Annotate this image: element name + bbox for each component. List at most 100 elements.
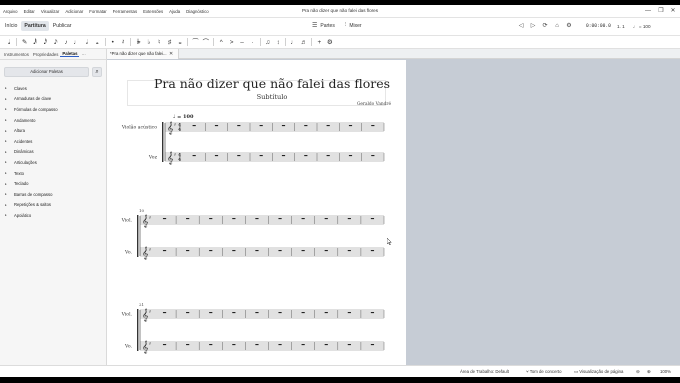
- whole-rest[interactable]: [214, 155, 219, 157]
- panel-more-icon[interactable]: ···: [79, 52, 87, 57]
- whole-rest[interactable]: [278, 344, 282, 346]
- close-window-icon[interactable]: ✕: [667, 7, 679, 16]
- key-signature-sharp-icon[interactable]: ♯: [149, 247, 151, 252]
- menu-visualizar[interactable]: Visualizar: [38, 9, 63, 14]
- whole-rest[interactable]: [255, 250, 259, 252]
- whole-rest[interactable]: [347, 344, 351, 346]
- treble-clef-icon[interactable]: 𝄞: [167, 152, 174, 165]
- tempo-marking[interactable]: ♩ = 100: [173, 114, 194, 120]
- menu-adicionar[interactable]: Adicionar: [62, 9, 86, 14]
- whole-rest[interactable]: [255, 218, 259, 220]
- palette-item[interactable]: ▸ Apoiático: [5, 210, 105, 221]
- whole-rest[interactable]: [281, 125, 286, 127]
- customize-icon[interactable]: ⚙: [325, 36, 335, 49]
- whole-rest[interactable]: [162, 250, 167, 252]
- instrument-name[interactable]: Viol.: [121, 312, 133, 318]
- whole-rest[interactable]: [304, 125, 308, 127]
- whole-rest[interactable]: [186, 344, 190, 346]
- whole-rest[interactable]: [232, 218, 236, 220]
- concert-pitch-toggle[interactable]: ⑂ Tom de concerto: [526, 369, 561, 374]
- whole-note-icon[interactable]: 𝅝: [92, 36, 102, 49]
- measure-number[interactable]: 10: [139, 208, 145, 213]
- time-signature-bottom[interactable]: 4: [178, 158, 181, 163]
- menu-diagnstico[interactable]: Diagnóstico: [183, 9, 211, 14]
- menu-ajuda[interactable]: Ajuda: [166, 9, 183, 14]
- whole-rest[interactable]: [209, 312, 213, 314]
- whole-rest[interactable]: [259, 155, 263, 157]
- score-staves[interactable]: ♩ = 100Violão acústico 𝄞 ♯ 44Voz 𝄞 ♯ 4410Viol.…: [107, 60, 406, 365]
- palette-item[interactable]: ▸ Barras de compasso: [5, 189, 105, 200]
- whole-rest[interactable]: [162, 312, 167, 314]
- instrument-name[interactable]: Viol.: [121, 218, 133, 224]
- eighth-note-icon[interactable]: ♪: [61, 36, 71, 49]
- whole-rest[interactable]: [370, 218, 375, 220]
- time-signature-bottom[interactable]: 4: [178, 128, 181, 133]
- add-palettes-button[interactable]: Adicionar Paletas: [4, 67, 89, 77]
- tempo-readout[interactable]: ♩ = 100: [633, 24, 651, 29]
- whole-rest[interactable]: [324, 344, 328, 346]
- tuplet-icon[interactable]: ♫: [263, 36, 273, 49]
- close-tab-icon[interactable]: ✕: [169, 49, 173, 59]
- tab-paletas[interactable]: Paletas: [60, 51, 80, 57]
- flat-icon[interactable]: ♭: [144, 36, 154, 49]
- palette-item[interactable]: ▸ Andamento: [5, 115, 105, 126]
- add-icon[interactable]: +: [314, 36, 324, 49]
- settings-icon[interactable]: ⚙: [563, 22, 575, 29]
- whole-rest[interactable]: [347, 218, 351, 220]
- whole-rest[interactable]: [192, 155, 196, 157]
- rewind-icon[interactable]: ◁: [515, 22, 527, 29]
- tab-propriedades[interactable]: Propriedades: [31, 52, 61, 57]
- palette-item[interactable]: ▸ Texto: [5, 168, 105, 179]
- minimize-icon[interactable]: —: [642, 7, 654, 16]
- whole-rest[interactable]: [259, 125, 263, 127]
- whole-rest[interactable]: [326, 125, 330, 127]
- whole-rest[interactable]: [347, 312, 351, 314]
- tie-icon[interactable]: ⁀: [190, 36, 200, 49]
- zoom-in-icon[interactable]: ⊕: [647, 369, 651, 375]
- flip-icon[interactable]: ↕: [273, 36, 283, 49]
- whole-rest[interactable]: [278, 250, 282, 252]
- palette-item[interactable]: ▸ Altura: [5, 125, 105, 136]
- menu-arquivo[interactable]: Arquivo: [0, 9, 21, 14]
- zoom-out-icon[interactable]: ⊖: [636, 369, 640, 375]
- half-note-icon[interactable]: 𝅗𝅥: [82, 36, 92, 49]
- tenuto-icon[interactable]: –: [237, 36, 247, 49]
- treble-clef-icon[interactable]: 𝄞: [142, 341, 149, 354]
- whole-rest[interactable]: [370, 250, 375, 252]
- whole-rest[interactable]: [232, 312, 236, 314]
- palette-item[interactable]: ▸ Acidentes: [5, 136, 105, 147]
- system-bracket[interactable]: [137, 309, 139, 351]
- rest-icon[interactable]: 𝄽: [118, 36, 128, 49]
- maximize-icon[interactable]: ❐: [655, 7, 667, 16]
- menu-ferramentas[interactable]: Ferramentas: [110, 9, 140, 14]
- menu-formatar[interactable]: Formatar: [86, 9, 109, 14]
- tab-inicio[interactable]: Início: [2, 21, 20, 31]
- workspace-selector[interactable]: Área de Trabalho: Default: [460, 369, 509, 374]
- sharp-icon[interactable]: ♯: [164, 36, 174, 49]
- instrument-name[interactable]: Vo.: [124, 344, 133, 350]
- palette-item[interactable]: ▸ Teclado: [5, 178, 105, 189]
- whole-rest[interactable]: [186, 312, 190, 314]
- whole-rest[interactable]: [209, 250, 213, 252]
- metronome-icon[interactable]: ⌂: [551, 23, 563, 29]
- whole-rest[interactable]: [301, 250, 305, 252]
- tab-partitura[interactable]: Partitura: [21, 21, 49, 31]
- slur-icon[interactable]: ⌒: [201, 36, 211, 49]
- thirtysecond-note-icon[interactable]: 𝅘𝅥𝅰: [40, 36, 50, 49]
- whole-rest[interactable]: [237, 155, 241, 157]
- parts-button[interactable]: ☰ Partes: [312, 22, 335, 30]
- tab-publicar[interactable]: Publicar: [50, 21, 75, 31]
- double-sharp-icon[interactable]: 𝄪: [175, 36, 185, 49]
- whole-rest[interactable]: [162, 344, 167, 346]
- whole-rest[interactable]: [324, 250, 328, 252]
- sixteenth-note-icon[interactable]: 𝅘𝅥𝅯: [51, 36, 61, 49]
- whole-rest[interactable]: [370, 312, 375, 314]
- whole-rest[interactable]: [232, 344, 236, 346]
- whole-rest[interactable]: [370, 344, 375, 346]
- whole-rest[interactable]: [162, 218, 167, 220]
- staccato-icon[interactable]: ·: [247, 36, 257, 49]
- whole-rest[interactable]: [237, 125, 241, 127]
- palette-item[interactable]: ▸ Dinâmicas: [5, 147, 105, 158]
- measure-number[interactable]: 21: [139, 302, 144, 307]
- whole-rest[interactable]: [371, 155, 375, 157]
